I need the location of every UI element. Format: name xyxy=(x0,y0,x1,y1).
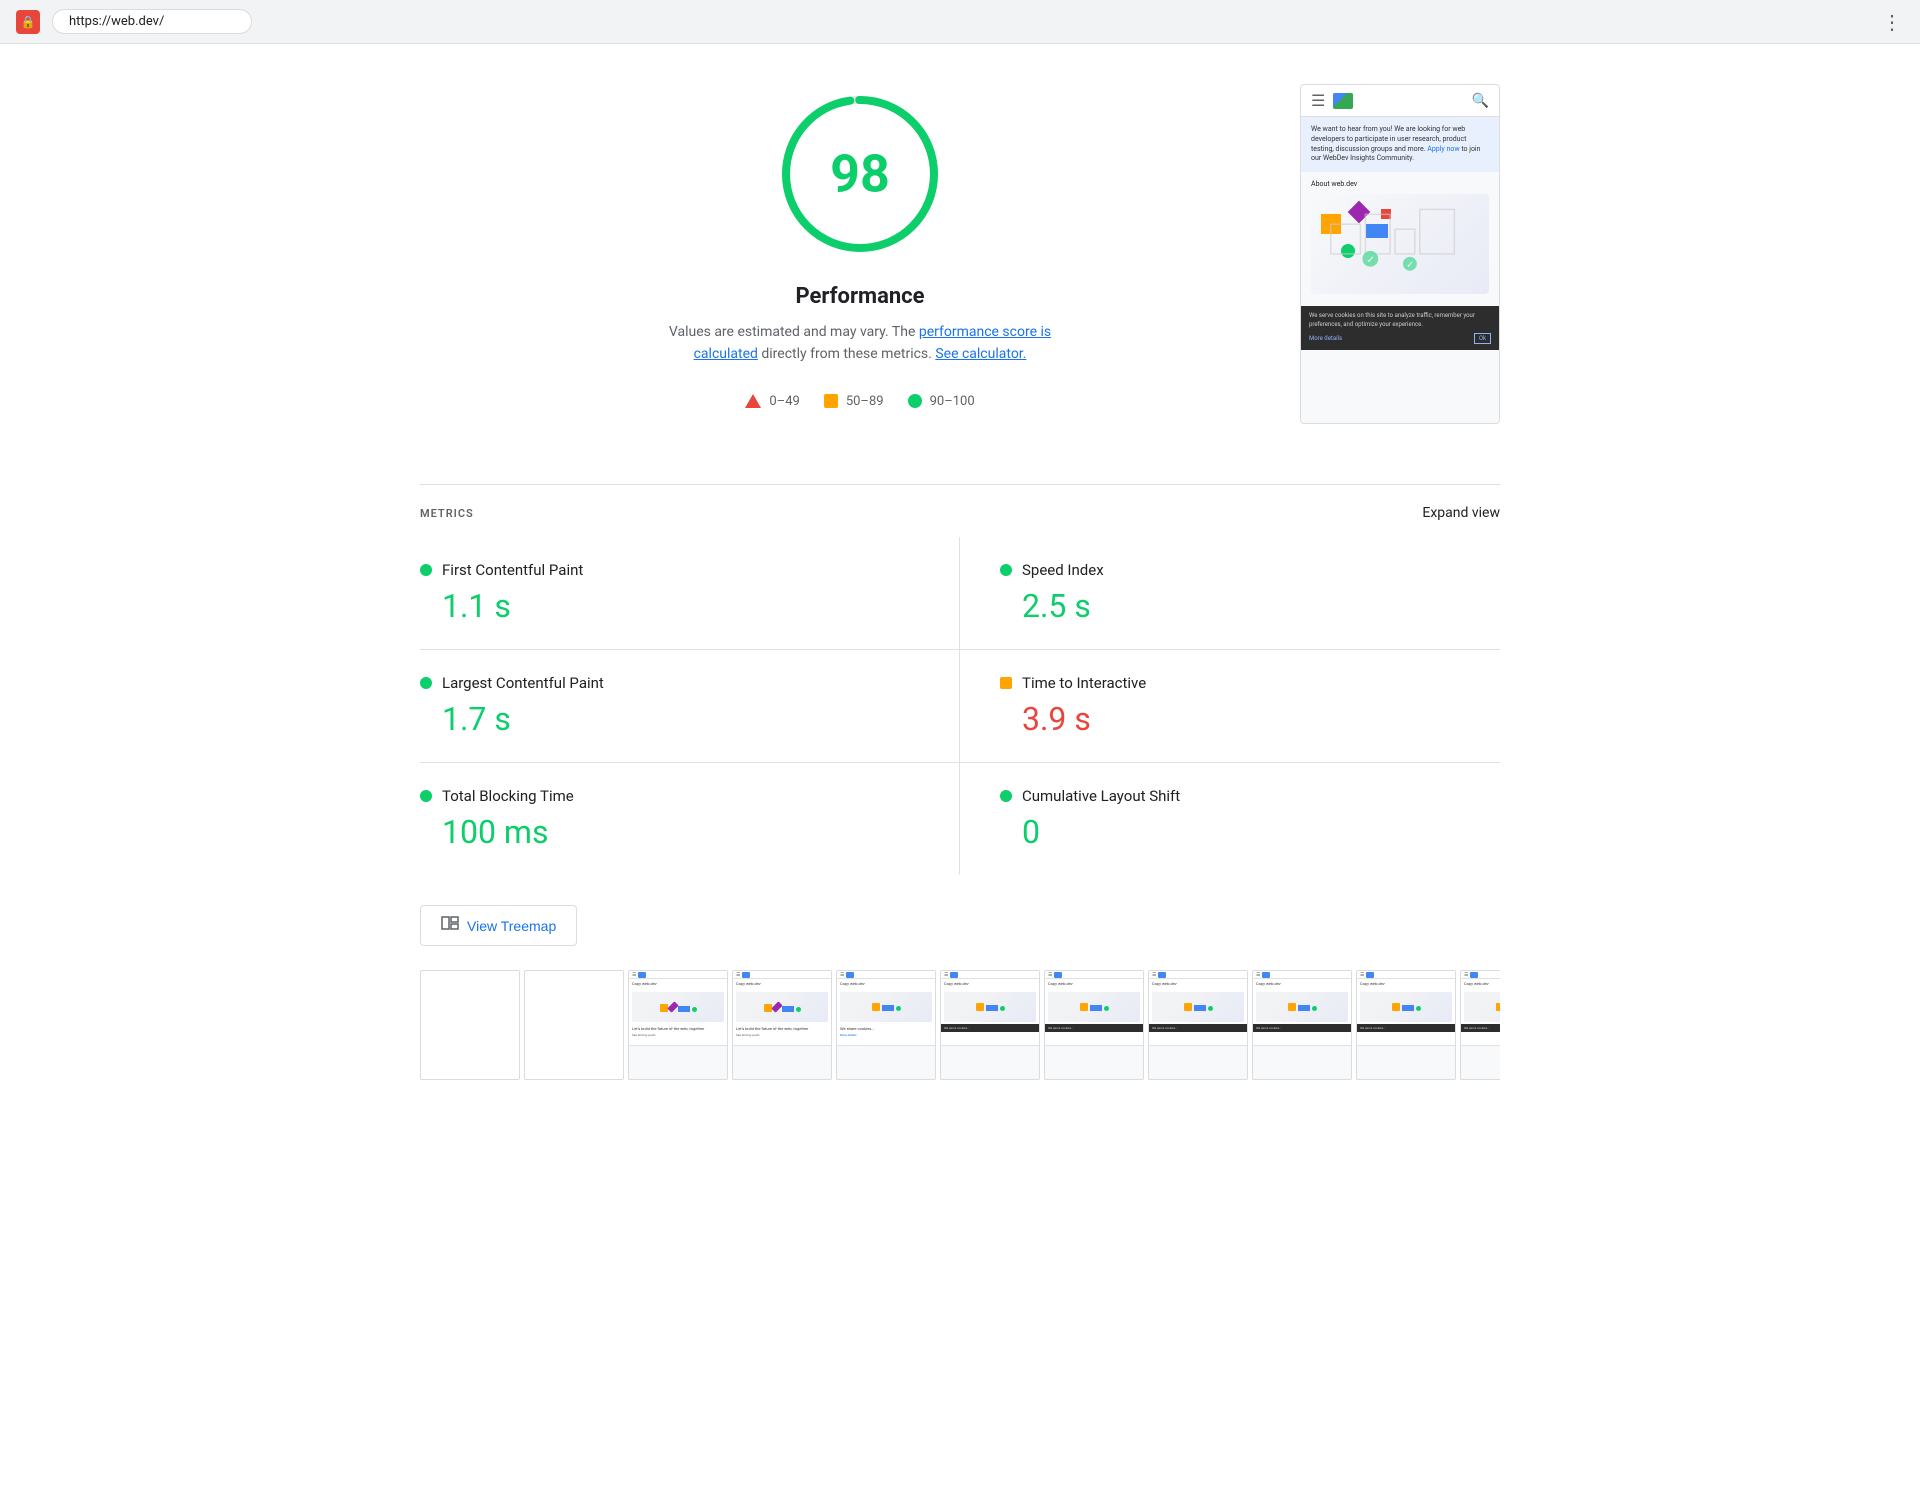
preview-screenshot: ☰ 🔍 We want to hear from you! We are loo… xyxy=(1300,84,1500,424)
score-section: 98 Performance Values are estimated and … xyxy=(420,84,1500,424)
needs-improvement-range: 50–89 xyxy=(846,394,884,409)
legend-good: 90–100 xyxy=(908,394,975,409)
preview-illustration: ✓ ✓ xyxy=(1311,194,1489,294)
preview-cookie-banner: We serve cookies on this site to analyze… xyxy=(1301,306,1499,350)
metric-si-header: Speed Index xyxy=(1000,561,1500,579)
metric-lcp: Largest Contentful Paint 1.7 s xyxy=(420,650,960,763)
desc-middle: directly from these metrics. xyxy=(758,346,935,362)
frame-7-preview: ☰ Copy web.dev We serve cookies... xyxy=(1149,971,1247,1046)
filmstrip-row: ☰ Copy web.dev Let's bui xyxy=(420,970,1500,1080)
metric-tti-dot xyxy=(1000,677,1012,689)
metric-fcp: First Contentful Paint 1.1 s xyxy=(420,537,960,650)
preview-content: About web.dev xyxy=(1301,172,1499,302)
filmstrip-frame-1 xyxy=(524,970,624,1080)
cookie-text: We serve cookies on this site to analyze… xyxy=(1309,312,1491,329)
cookie-more-details[interactable]: More details xyxy=(1309,335,1342,342)
metric-fcp-value: 1.1 s xyxy=(420,587,919,625)
browser-icon: 🔒 xyxy=(16,10,40,34)
filmstrip-frame-3: ☰ Copy web.dev Let's bui xyxy=(732,970,832,1080)
metrics-grid: First Contentful Paint 1.1 s Speed Index… xyxy=(420,537,1500,875)
metric-tbt-value: 100 ms xyxy=(420,813,919,851)
preview-header: ☰ 🔍 xyxy=(1301,85,1499,117)
webdev-logo xyxy=(1333,93,1353,109)
filmstrip-frame-7: ☰ Copy web.dev We serve cookies... xyxy=(1148,970,1248,1080)
metric-tti-header: Time to Interactive xyxy=(1000,674,1500,692)
browser-toolbar: 🔒 https://web.dev/ ⋮ xyxy=(0,0,1920,44)
view-treemap-button[interactable]: View Treemap xyxy=(420,905,577,946)
score-left: 98 Performance Values are estimated and … xyxy=(420,84,1300,409)
score-legend: 0–49 50–89 90–100 xyxy=(745,394,974,409)
metric-lcp-value: 1.7 s xyxy=(420,700,919,738)
metric-fcp-name: First Contentful Paint xyxy=(442,561,583,579)
browser-menu-button[interactable]: ⋮ xyxy=(1882,10,1904,34)
filmstrip-frame-4: ☰ Copy web.dev We share cookies... xyxy=(836,970,936,1080)
metric-si-dot xyxy=(1000,564,1012,576)
svg-text:✓: ✓ xyxy=(1406,261,1413,271)
cookie-ok-button[interactable]: Ok xyxy=(1474,333,1491,344)
frame-3-preview: ☰ Copy web.dev Let's bui xyxy=(733,971,831,1046)
metric-tbt-dot xyxy=(420,790,432,802)
good-range: 90–100 xyxy=(930,394,975,409)
needs-improvement-icon xyxy=(824,394,838,408)
legend-poor: 0–49 xyxy=(745,394,799,409)
metric-tbt-name: Total Blocking Time xyxy=(442,787,574,805)
main-container: 98 Performance Values are estimated and … xyxy=(360,44,1560,1120)
metric-cls-dot xyxy=(1000,790,1012,802)
metric-fcp-dot xyxy=(420,564,432,576)
treemap-icon xyxy=(441,916,459,935)
filmstrip-frame-2: ☰ Copy web.dev Let's bui xyxy=(628,970,728,1080)
metric-tti-name: Time to Interactive xyxy=(1022,674,1146,692)
score-circle: 98 xyxy=(770,84,950,264)
expand-view-button[interactable]: Expand view xyxy=(1422,505,1500,521)
metric-si-value: 2.5 s xyxy=(1000,587,1500,625)
filmstrip-frame-9: ☰ Copy web.dev We serve cookies... xyxy=(1356,970,1456,1080)
metric-cls-value: 0 xyxy=(1000,813,1500,851)
desc-prefix: Values are estimated and may vary. The xyxy=(669,324,919,340)
metric-tti: Time to Interactive 3.9 s xyxy=(960,650,1500,763)
metrics-header: METRICS Expand view xyxy=(420,485,1500,537)
metric-cls-name: Cumulative Layout Shift xyxy=(1022,787,1180,805)
frame-4-preview: ☰ Copy web.dev We share cookies... xyxy=(837,971,935,1046)
metric-tti-value: 3.9 s xyxy=(1000,700,1500,738)
metric-fcp-header: First Contentful Paint xyxy=(420,561,919,579)
frame-8-preview: ☰ Copy web.dev We serve cookies... xyxy=(1253,971,1351,1046)
legend-needs-improvement: 50–89 xyxy=(824,394,884,409)
url-bar[interactable]: https://web.dev/ xyxy=(52,9,252,34)
score-number: 98 xyxy=(830,144,890,205)
filmstrip-frame-10: ☰ Copy web.dev We serve cookies... xyxy=(1460,970,1500,1080)
frame-5-preview: ☰ Copy web.dev We serve cookies... xyxy=(941,971,1039,1046)
filmstrip-frame-0 xyxy=(420,970,520,1080)
treemap-label: View Treemap xyxy=(467,918,556,934)
metric-si: Speed Index 2.5 s xyxy=(960,537,1500,650)
poor-icon xyxy=(745,394,761,408)
preview-about-text: About web.dev xyxy=(1311,180,1489,188)
metric-lcp-name: Largest Contentful Paint xyxy=(442,674,604,692)
filmstrip-frame-8: ☰ Copy web.dev We serve cookies... xyxy=(1252,970,1352,1080)
metrics-label: METRICS xyxy=(420,507,474,520)
metric-cls: Cumulative Layout Shift 0 xyxy=(960,763,1500,875)
poor-range: 0–49 xyxy=(769,394,799,409)
filmstrip-frame-5: ☰ Copy web.dev We serve cookies... xyxy=(940,970,1040,1080)
frame-6-preview: ☰ Copy web.dev We serve cookies... xyxy=(1045,971,1143,1046)
svg-text:✓: ✓ xyxy=(1366,255,1374,266)
metric-cls-header: Cumulative Layout Shift xyxy=(1000,787,1500,805)
good-icon xyxy=(908,394,922,408)
metric-si-name: Speed Index xyxy=(1022,561,1104,579)
frame-2-preview: ☰ Copy web.dev Let's bui xyxy=(629,971,727,1046)
metric-lcp-dot xyxy=(420,677,432,689)
filmstrip-frame-6: ☰ Copy web.dev We serve cookies... xyxy=(1044,970,1144,1080)
filmstrip-section: ☰ Copy web.dev Let's bui xyxy=(420,970,1500,1080)
metric-tbt-header: Total Blocking Time xyxy=(420,787,919,805)
performance-description: Values are estimated and may vary. The p… xyxy=(650,321,1070,366)
performance-title: Performance xyxy=(795,284,924,309)
metric-lcp-header: Largest Contentful Paint xyxy=(420,674,919,692)
calculator-link[interactable]: See calculator. xyxy=(935,346,1026,362)
preview-banner: We want to hear from you! We are looking… xyxy=(1301,117,1499,172)
frame-9-preview: ☰ Copy web.dev We serve cookies... xyxy=(1357,971,1455,1046)
frame-10-preview: ☰ Copy web.dev We serve cookies... xyxy=(1461,971,1500,1046)
hamburger-icon: ☰ xyxy=(1311,91,1325,110)
search-icon: 🔍 xyxy=(1472,93,1489,109)
metric-tbt: Total Blocking Time 100 ms xyxy=(420,763,960,875)
